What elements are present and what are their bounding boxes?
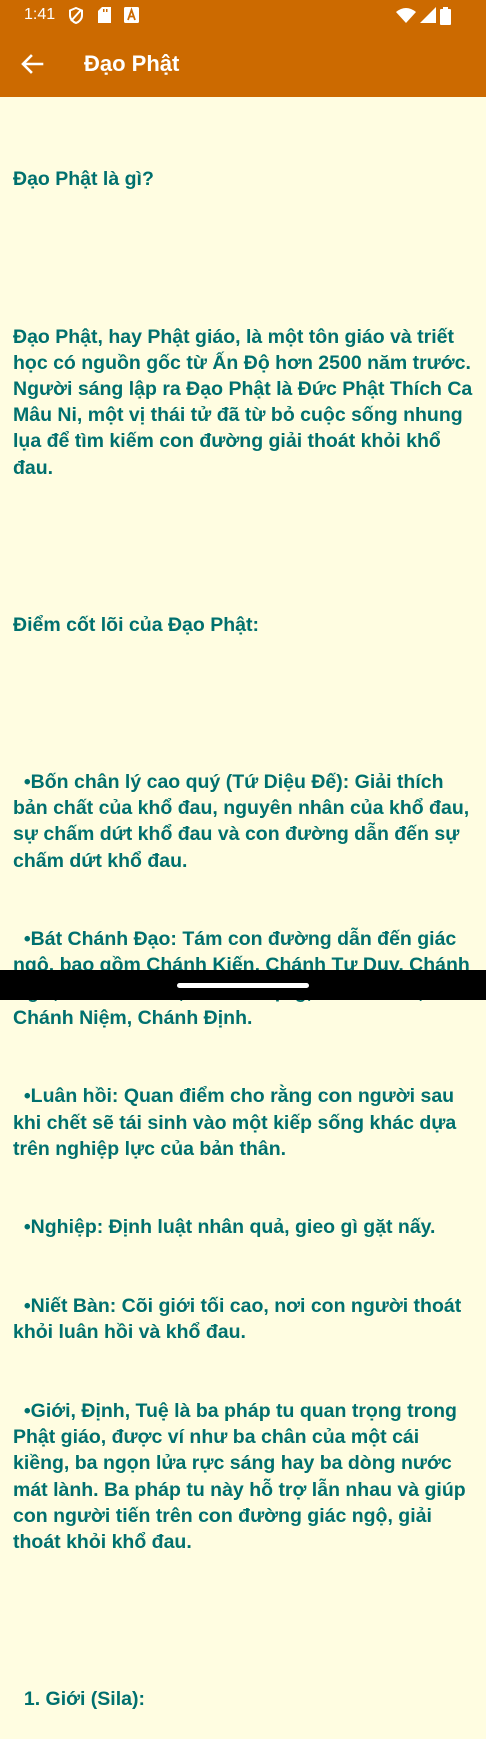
wifi-icon [396,8,416,23]
arrow-back-icon [21,54,44,74]
article-content[interactable]: Đạo Phật là gì? Đạo Phật, hay Phật giáo,… [13,114,478,1739]
page-title: Đạo Phật [84,51,180,76]
heading-what-is-buddhism: Đạo Phật là gì? [13,168,154,191]
intro-paragraph: Đạo Phật, hay Phật giáo, là một tôn giáo… [13,325,478,479]
back-button[interactable] [16,48,48,80]
app-bar: Đạo Phật [0,31,486,97]
signal-icon [420,7,436,23]
font-a-icon [124,7,139,23]
section-heading-sila: 1. Giới (Sila): [13,1688,145,1711]
status-bar: 1:41 [0,0,486,31]
list-item: •Luân hồi: Quan điểm cho rằng con người … [13,1085,462,1160]
navigation-bar [0,970,486,1000]
list-item: •Niết Bàn: Cõi giới tối cao, nơi con ngư… [13,1295,467,1344]
list-item: •Giới, Định, Tuệ là ba pháp tu quan trọn… [13,1399,472,1553]
heading-core-points: Điểm cốt lõi của Đạo Phật: [13,613,259,636]
home-gesture-handle[interactable] [177,983,309,988]
status-time: 1:41 [24,6,56,23]
list-item: •Nghiệp: Định luật nhân quả, gieo gì gặt… [13,1216,436,1239]
battery-icon [440,7,451,25]
list-item: •Bốn chân lý cao quý (Tứ Diệu Đế): Giải … [13,771,475,872]
sd-card-icon [98,7,111,23]
vpn-key-icon [69,7,83,24]
